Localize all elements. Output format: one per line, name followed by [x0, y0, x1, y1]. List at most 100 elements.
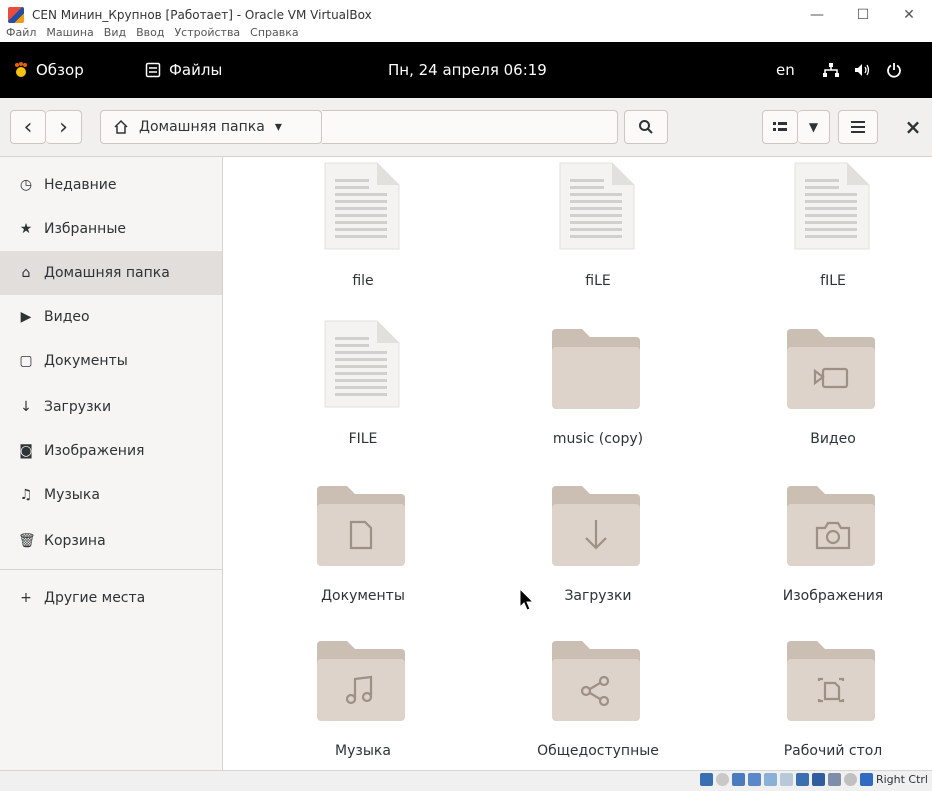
path-bar-empty[interactable] — [322, 110, 618, 144]
host-menubar: Файл Машина Вид Ввод Устройства Справка — [6, 26, 299, 39]
keyboard-capture-icon[interactable] — [859, 773, 873, 786]
sidebar-item-other-locations[interactable]: + Другие места — [0, 576, 222, 620]
menu-input[interactable]: Ввод — [136, 26, 164, 39]
file-item[interactable]: fILE — [733, 157, 932, 307]
close-files-button[interactable]: × — [900, 112, 926, 142]
folder-pictures-icon — [787, 486, 875, 566]
folder-item[interactable]: Изображения — [733, 472, 932, 622]
folder-download-icon — [552, 486, 640, 566]
search-icon — [639, 120, 653, 134]
host-title-text: CEN Минин_Крупнов [Работает] - Oracle VM… — [32, 8, 372, 22]
music-icon: ♫ — [19, 487, 33, 503]
list-view-icon — [773, 122, 787, 131]
network-icon — [823, 63, 839, 77]
folder-icon — [552, 329, 640, 409]
view-options-button[interactable]: ▼ — [798, 110, 830, 144]
power-icon — [887, 63, 901, 78]
sidebar-item-document[interactable]: ▢ Документы — [0, 339, 222, 383]
folder-item[interactable]: Музыка — [263, 627, 463, 777]
app-menu[interactable]: Файлы — [145, 61, 222, 79]
sidebar-item-label: Недавние — [44, 177, 117, 193]
harddisk-icon[interactable] — [699, 773, 713, 786]
folder-item[interactable]: Видео — [733, 315, 932, 465]
sidebar-item-music[interactable]: ♫ Музыка — [0, 473, 222, 517]
optical-drive-icon[interactable] — [715, 773, 729, 786]
home-icon: ⌂ — [21, 265, 31, 281]
menu-view[interactable]: Вид — [104, 26, 126, 39]
back-button[interactable]: ‹ — [10, 110, 46, 144]
sidebar-item-download[interactable]: ↓ Загрузки — [0, 385, 222, 429]
camera-icon: ◙ — [19, 443, 33, 459]
item-label: FILE — [348, 431, 378, 447]
menu-help[interactable]: Справка — [250, 26, 298, 39]
cpu-icon[interactable] — [827, 773, 841, 786]
search-button[interactable] — [624, 110, 668, 144]
folder-item[interactable]: Рабочий стол — [733, 627, 932, 777]
mouse-pointer-icon — [519, 588, 535, 611]
menu-button[interactable] — [838, 110, 878, 144]
sidebar-item-star[interactable]: ★ Избранные — [0, 207, 222, 251]
recording-icon[interactable] — [811, 773, 825, 786]
sidebar-item-camera[interactable]: ◙ Изображения — [0, 429, 222, 473]
host-title: CEN Минин_Крупнов [Работает] - Oracle VM… — [8, 7, 372, 23]
sidebar-item-label: Загрузки — [44, 399, 112, 415]
shared-folders-icon[interactable] — [779, 773, 793, 786]
file-item[interactable]: FILE — [263, 315, 463, 465]
minimize-button[interactable]: — — [794, 0, 840, 30]
hamburger-icon — [851, 121, 865, 133]
sidebar-item-label: Видео — [44, 309, 90, 325]
text-document-icon — [794, 162, 870, 250]
trash-icon: 🗑 — [18, 533, 36, 549]
gnome-topbar: Обзор Файлы Пн, 24 апреля 06:19 en — [0, 42, 932, 98]
clock[interactable]: Пн, 24 апреля 06:19 — [388, 61, 547, 79]
item-label: music (copy) — [552, 431, 644, 447]
maximize-button[interactable]: ☐ — [840, 0, 886, 30]
system-menu[interactable] — [822, 62, 902, 78]
item-label: fILE — [820, 273, 846, 289]
close-window-button[interactable]: ✕ — [886, 0, 932, 30]
places-sidebar: ◷ Недавние ★ Избранные ⌂ Домашняя папка ▶ Видео… — [0, 157, 223, 770]
network-adapter-icon[interactable] — [747, 773, 761, 786]
star-icon: ★ — [19, 221, 33, 237]
sidebar-item-trash[interactable]: 🗑 Корзина — [0, 519, 222, 563]
plus-icon: + — [20, 590, 32, 606]
folder-item[interactable]: Документы — [263, 472, 463, 622]
file-item[interactable]: fiLE — [498, 157, 698, 307]
sidebar-item-clock[interactable]: ◷ Недавние — [0, 163, 222, 207]
folder-public-icon — [552, 641, 640, 721]
sidebar-item-label: Другие места — [44, 590, 146, 606]
virtualbox-logo-icon — [8, 7, 24, 23]
sidebar-item-label: Корзина — [44, 533, 106, 549]
files-app-icon — [145, 62, 161, 78]
menu-file[interactable]: Файл — [6, 26, 36, 39]
chevron-down-icon: ▼ — [808, 120, 819, 134]
sidebar-item-home[interactable]: ⌂ Домашняя папка — [0, 251, 222, 295]
file-item[interactable]: file — [263, 157, 463, 307]
sidebar-separator — [0, 569, 222, 570]
video-icon: ▶ — [20, 309, 32, 325]
path-dropdown-icon: ▾ — [274, 119, 282, 135]
mouse-integration-icon[interactable] — [843, 773, 857, 786]
display-icon[interactable] — [795, 773, 809, 786]
folder-item[interactable]: music (copy) — [498, 315, 698, 465]
usb-icon[interactable] — [763, 773, 777, 786]
menu-machine[interactable]: Машина — [46, 26, 93, 39]
host-titlebar: CEN Минин_Крупнов [Работает] - Oracle VM… — [0, 0, 932, 42]
audio-icon[interactable] — [731, 773, 745, 786]
folder-item[interactable]: Общедоступные — [498, 627, 698, 777]
item-label: Общедоступные — [537, 743, 659, 759]
item-label: fiLE — [585, 273, 611, 289]
menu-devices[interactable]: Устройства — [174, 26, 240, 39]
text-document-icon — [324, 320, 400, 408]
clock-icon: ◷ — [19, 177, 33, 193]
view-toggle-button[interactable] — [762, 110, 798, 144]
activities-button[interactable]: Обзор — [12, 61, 84, 79]
item-label: Изображения — [782, 588, 884, 604]
activities-label: Обзор — [36, 61, 84, 79]
forward-button[interactable]: › — [46, 110, 82, 144]
keyboard-layout[interactable]: en — [776, 61, 795, 79]
text-document-icon — [324, 162, 400, 250]
sidebar-item-video[interactable]: ▶ Видео — [0, 295, 222, 339]
folder-desktop-icon — [787, 641, 875, 721]
path-button-home[interactable]: Домашняя папка ▾ — [100, 110, 322, 144]
